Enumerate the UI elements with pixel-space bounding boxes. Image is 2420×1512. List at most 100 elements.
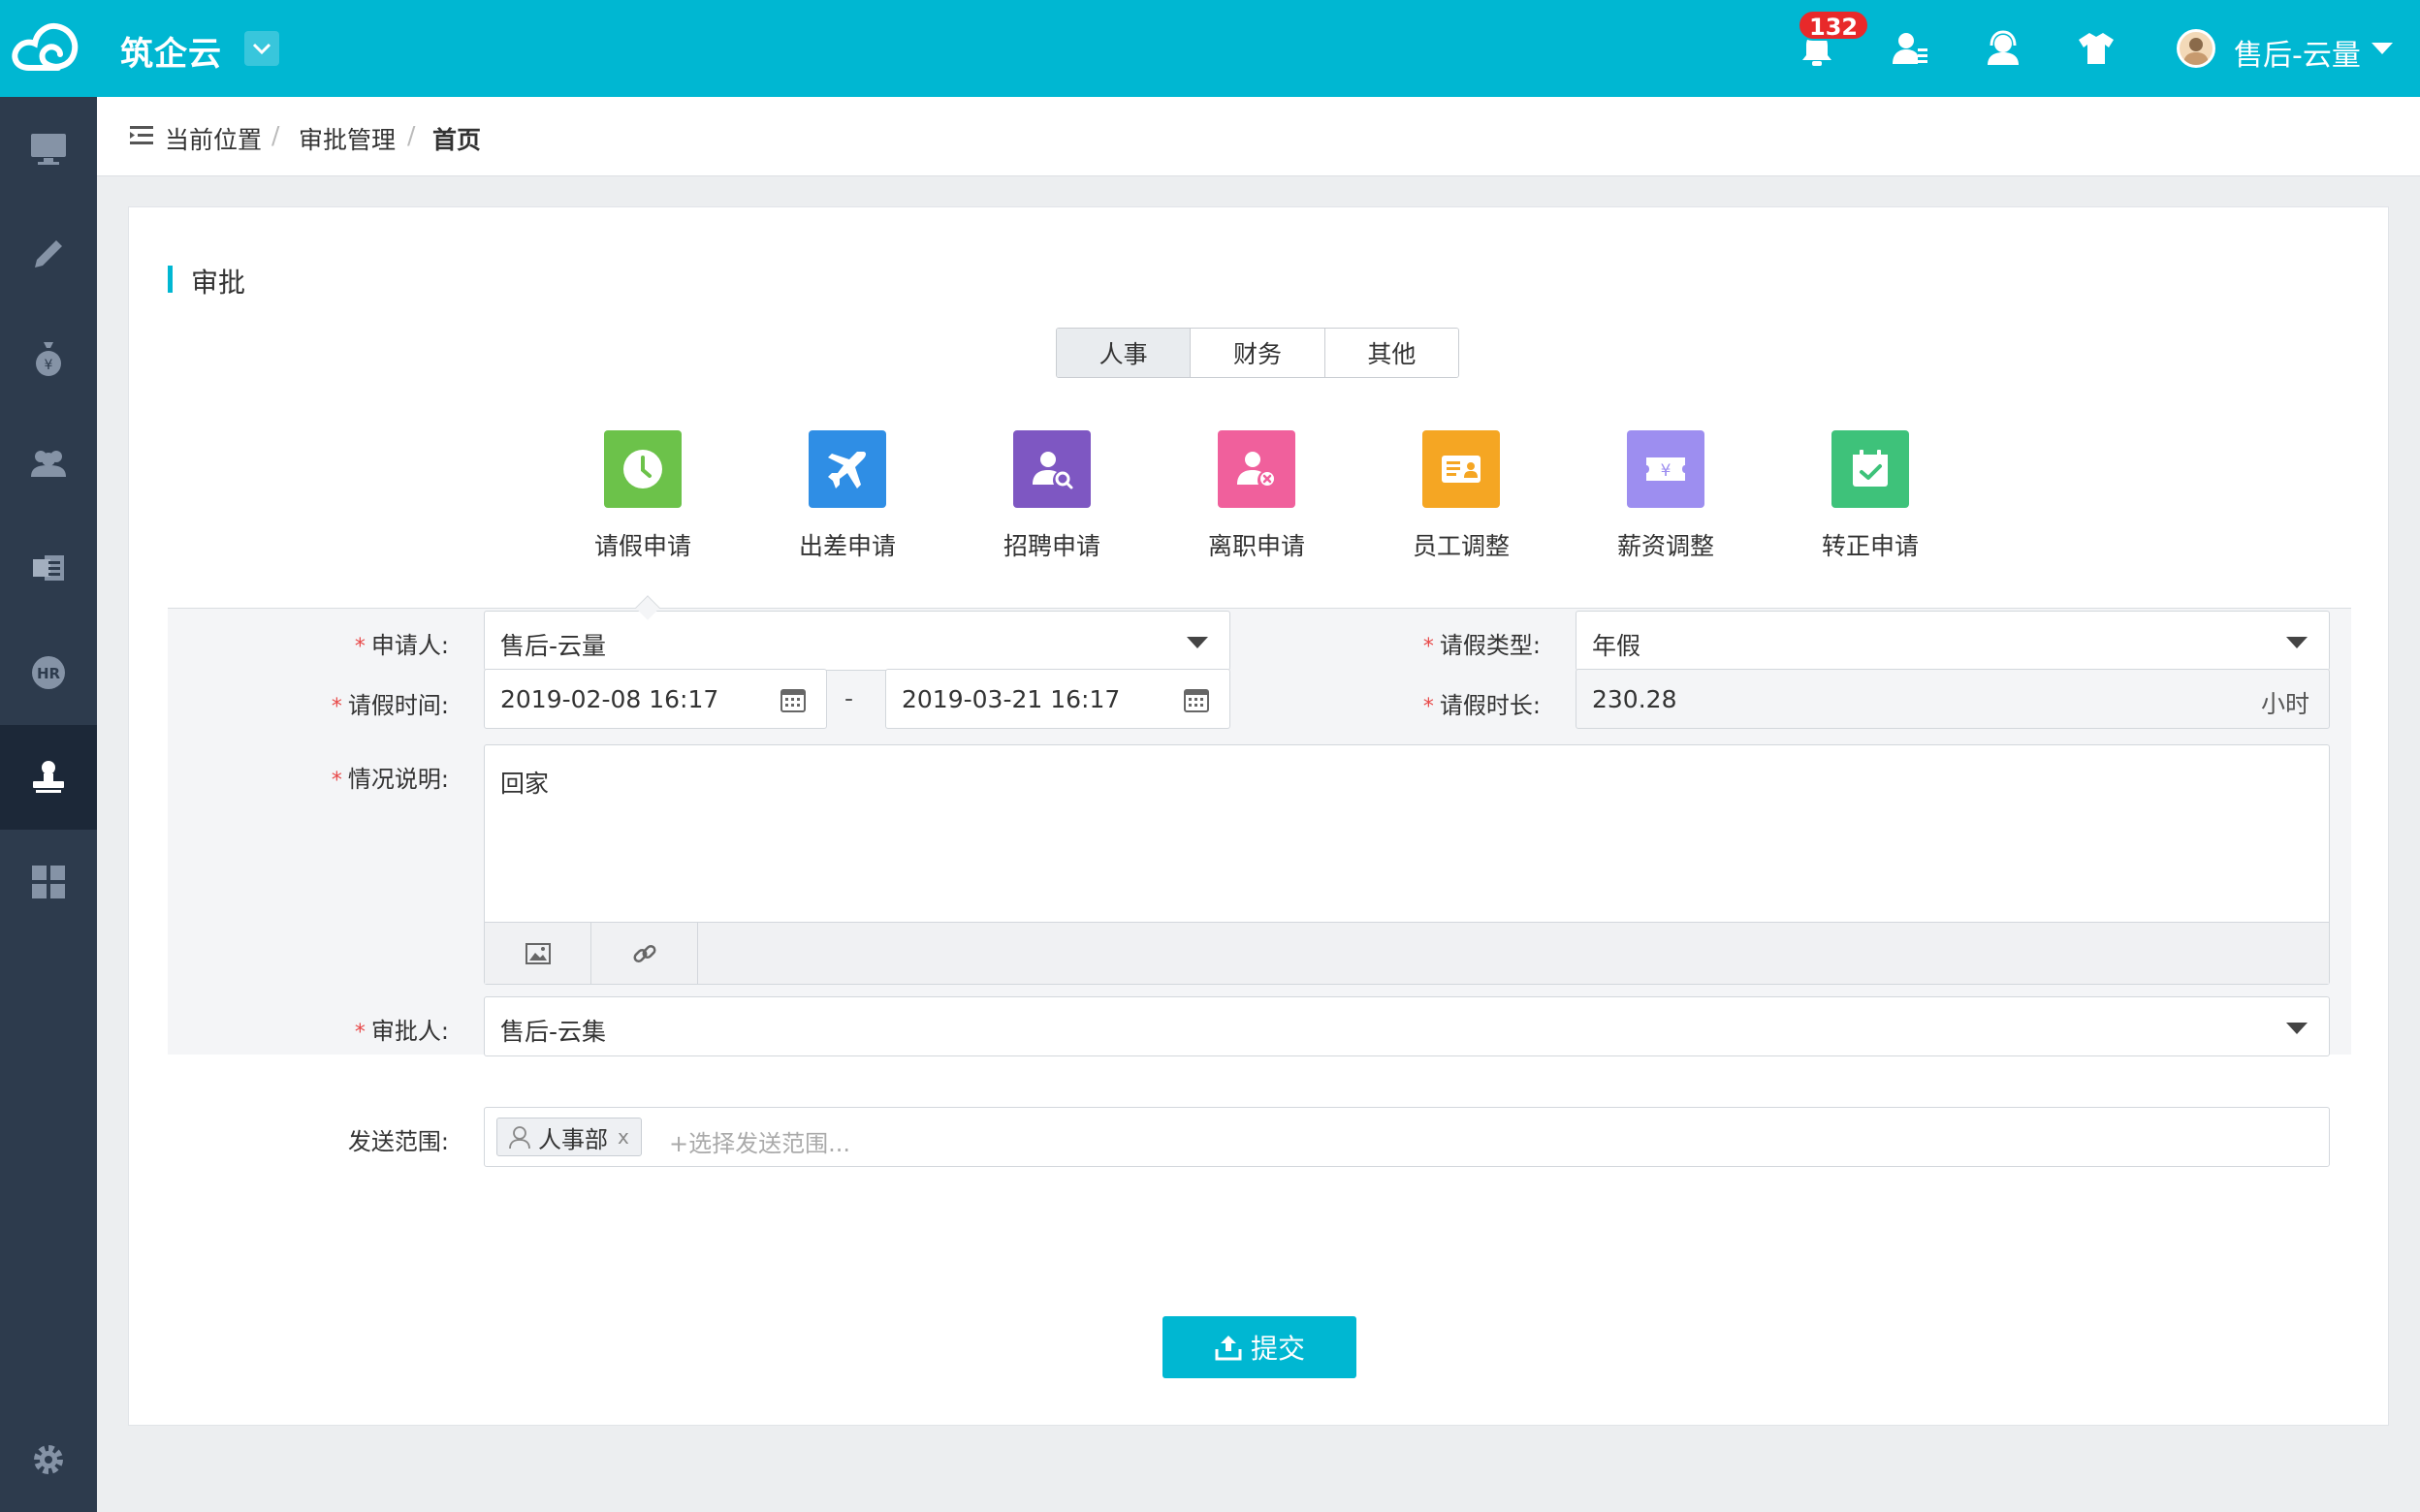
leave-form: * 申请人: 售后-云量 * 请假类型: 年假 * 请假时间: 2019-02-08 … xyxy=(168,609,2351,1056)
duration-field: 230.28 小时 xyxy=(1576,669,2330,729)
approver-label: * 审批人: xyxy=(354,1018,449,1045)
tag-remove-icon[interactable]: x xyxy=(618,1125,629,1149)
breadcrumb-label: 当前位置 xyxy=(165,126,263,154)
breadcrumb-item-approval[interactable]: 审批管理 xyxy=(299,121,396,156)
app-regularization[interactable]: 转正申请 xyxy=(1783,430,1958,566)
sidebar-item-people[interactable] xyxy=(0,411,97,516)
app-leave[interactable]: 请假申请 xyxy=(556,430,730,566)
pen-icon xyxy=(35,240,62,268)
upload-icon xyxy=(1215,1336,1242,1361)
sidebar-item-dashboard[interactable] xyxy=(0,97,97,202)
category-tabs: 人事 财务 其他 xyxy=(1056,328,1459,378)
sidebar-item-edit[interactable] xyxy=(0,202,97,306)
duration-label: * 请假时长: xyxy=(1422,692,1541,719)
svg-text:¥: ¥ xyxy=(1661,461,1672,481)
app-business-trip[interactable]: 出差申请 xyxy=(760,430,935,566)
leave-time-label: * 请假时间: xyxy=(331,692,449,719)
sidebar-item-settings[interactable] xyxy=(0,1407,97,1512)
notification-badge[interactable]: 132 xyxy=(1798,10,1870,41)
chevron-down-icon xyxy=(252,43,271,55)
app-recruitment-label: 招聘申请 xyxy=(1003,532,1100,560)
editor-toolbar xyxy=(485,922,2329,985)
approval-card: 审批 人事 财务 其他 请假申请 出差申请 招聘申请 离职申请 员工调整 ¥ 薪… xyxy=(128,206,2389,1426)
app-salary-adjustment[interactable]: ¥ 薪资调整 xyxy=(1578,430,1753,566)
user-outline-icon xyxy=(509,1126,530,1150)
avatar[interactable] xyxy=(2177,29,2215,68)
duration-unit: 小时 xyxy=(2260,690,2309,718)
image-icon xyxy=(525,943,551,964)
applicant-select[interactable]: 售后-云量 xyxy=(484,611,1230,671)
app-staff-adjustment[interactable]: 员工调整 xyxy=(1374,430,1548,566)
person-remove-icon xyxy=(1218,430,1295,508)
insert-link-button[interactable] xyxy=(591,923,698,985)
top-bar: 筑企云 132 售后-云量 xyxy=(0,0,2420,97)
headset-icon[interactable] xyxy=(1982,27,2024,70)
description-label: * 情况说明: xyxy=(331,766,449,793)
user-name[interactable]: 售后-云量 xyxy=(2234,31,2361,74)
app-resignation[interactable]: 离职申请 xyxy=(1169,430,1344,566)
monitor-icon xyxy=(31,134,66,165)
sidebar-item-approval[interactable] xyxy=(0,725,97,830)
sidebar: ¥ HR xyxy=(0,97,97,1512)
contacts-icon[interactable] xyxy=(1889,27,1931,70)
leave-start-input[interactable]: 2019-02-08 16:17 xyxy=(484,669,827,729)
user-menu-caret-icon[interactable] xyxy=(2372,43,2393,54)
cloud-logo-icon[interactable] xyxy=(8,14,83,79)
section-marker xyxy=(168,266,173,293)
section-title: 审批 xyxy=(191,267,246,299)
scope-tag[interactable]: 人事部 x xyxy=(496,1118,642,1156)
calendar-icon[interactable] xyxy=(780,686,807,713)
applicant-label: * 申请人: xyxy=(354,632,449,659)
insert-image-button[interactable] xyxy=(485,923,591,985)
leave-type-select[interactable]: 年假 xyxy=(1576,611,2330,671)
approver-select[interactable]: 售后-云集 xyxy=(484,996,2330,1056)
tab-finance[interactable]: 财务 xyxy=(1191,329,1325,377)
people-icon xyxy=(31,451,66,477)
description-textarea[interactable]: 回家 xyxy=(500,765,549,800)
office-icon xyxy=(33,555,64,581)
scope-input[interactable]: 人事部 x +选择发送范围... xyxy=(484,1107,2330,1167)
svg-text:HR: HR xyxy=(37,665,61,682)
app-business-trip-label: 出差申请 xyxy=(798,532,896,560)
caret-down-icon xyxy=(2286,637,2308,648)
sidebar-item-finance[interactable]: ¥ xyxy=(0,306,97,411)
sidebar-item-apps[interactable] xyxy=(0,830,97,934)
app-switch-button[interactable] xyxy=(244,31,279,66)
breadcrumb-separator: / xyxy=(407,121,416,149)
stamp-icon xyxy=(33,761,64,793)
scope-placeholder[interactable]: +选择发送范围... xyxy=(669,1124,850,1158)
description-editor[interactable]: 回家 xyxy=(484,744,2330,985)
id-card-icon xyxy=(1422,430,1500,508)
svg-text:¥: ¥ xyxy=(45,358,53,373)
gear-icon xyxy=(34,1445,63,1474)
breadcrumb: 当前位置 / 审批管理 / 首页 xyxy=(97,97,2420,176)
caret-down-icon xyxy=(2286,1023,2308,1034)
app-name: 筑企云 xyxy=(120,35,222,74)
tab-hr[interactable]: 人事 xyxy=(1057,329,1192,377)
sidebar-item-hr[interactable]: HR xyxy=(0,620,97,725)
hr-icon: HR xyxy=(32,656,65,689)
caret-down-icon xyxy=(1187,637,1208,648)
sidebar-item-office[interactable] xyxy=(0,516,97,620)
menu-indent-icon[interactable] xyxy=(130,125,155,146)
range-separator: - xyxy=(844,684,854,712)
submit-button[interactable]: 提交 xyxy=(1162,1316,1356,1378)
breadcrumb-separator: / xyxy=(271,121,280,149)
shirt-icon[interactable] xyxy=(2075,27,2118,70)
airplane-icon xyxy=(809,430,886,508)
calendar-icon[interactable] xyxy=(1183,686,1210,713)
grid-icon xyxy=(32,866,65,898)
app-resignation-label: 离职申请 xyxy=(1207,532,1305,560)
yuan-ticket-icon: ¥ xyxy=(1627,430,1704,508)
moneybag-icon: ¥ xyxy=(36,342,61,376)
leave-type-label: * 请假类型: xyxy=(1422,632,1541,659)
leave-end-input[interactable]: 2019-03-21 16:17 xyxy=(885,669,1230,729)
approval-types: 请假申请 出差申请 招聘申请 离职申请 员工调整 ¥ 薪资调整 转正申请 xyxy=(129,430,2390,585)
app-leave-label: 请假申请 xyxy=(593,532,691,560)
app-regularization-label: 转正申请 xyxy=(1821,532,1919,560)
app-recruitment[interactable]: 招聘申请 xyxy=(965,430,1139,566)
link-icon xyxy=(632,944,656,963)
tab-other[interactable]: 其他 xyxy=(1324,329,1458,377)
app-staff-adjustment-label: 员工调整 xyxy=(1412,532,1510,560)
app-salary-adjustment-label: 薪资调整 xyxy=(1616,532,1714,560)
